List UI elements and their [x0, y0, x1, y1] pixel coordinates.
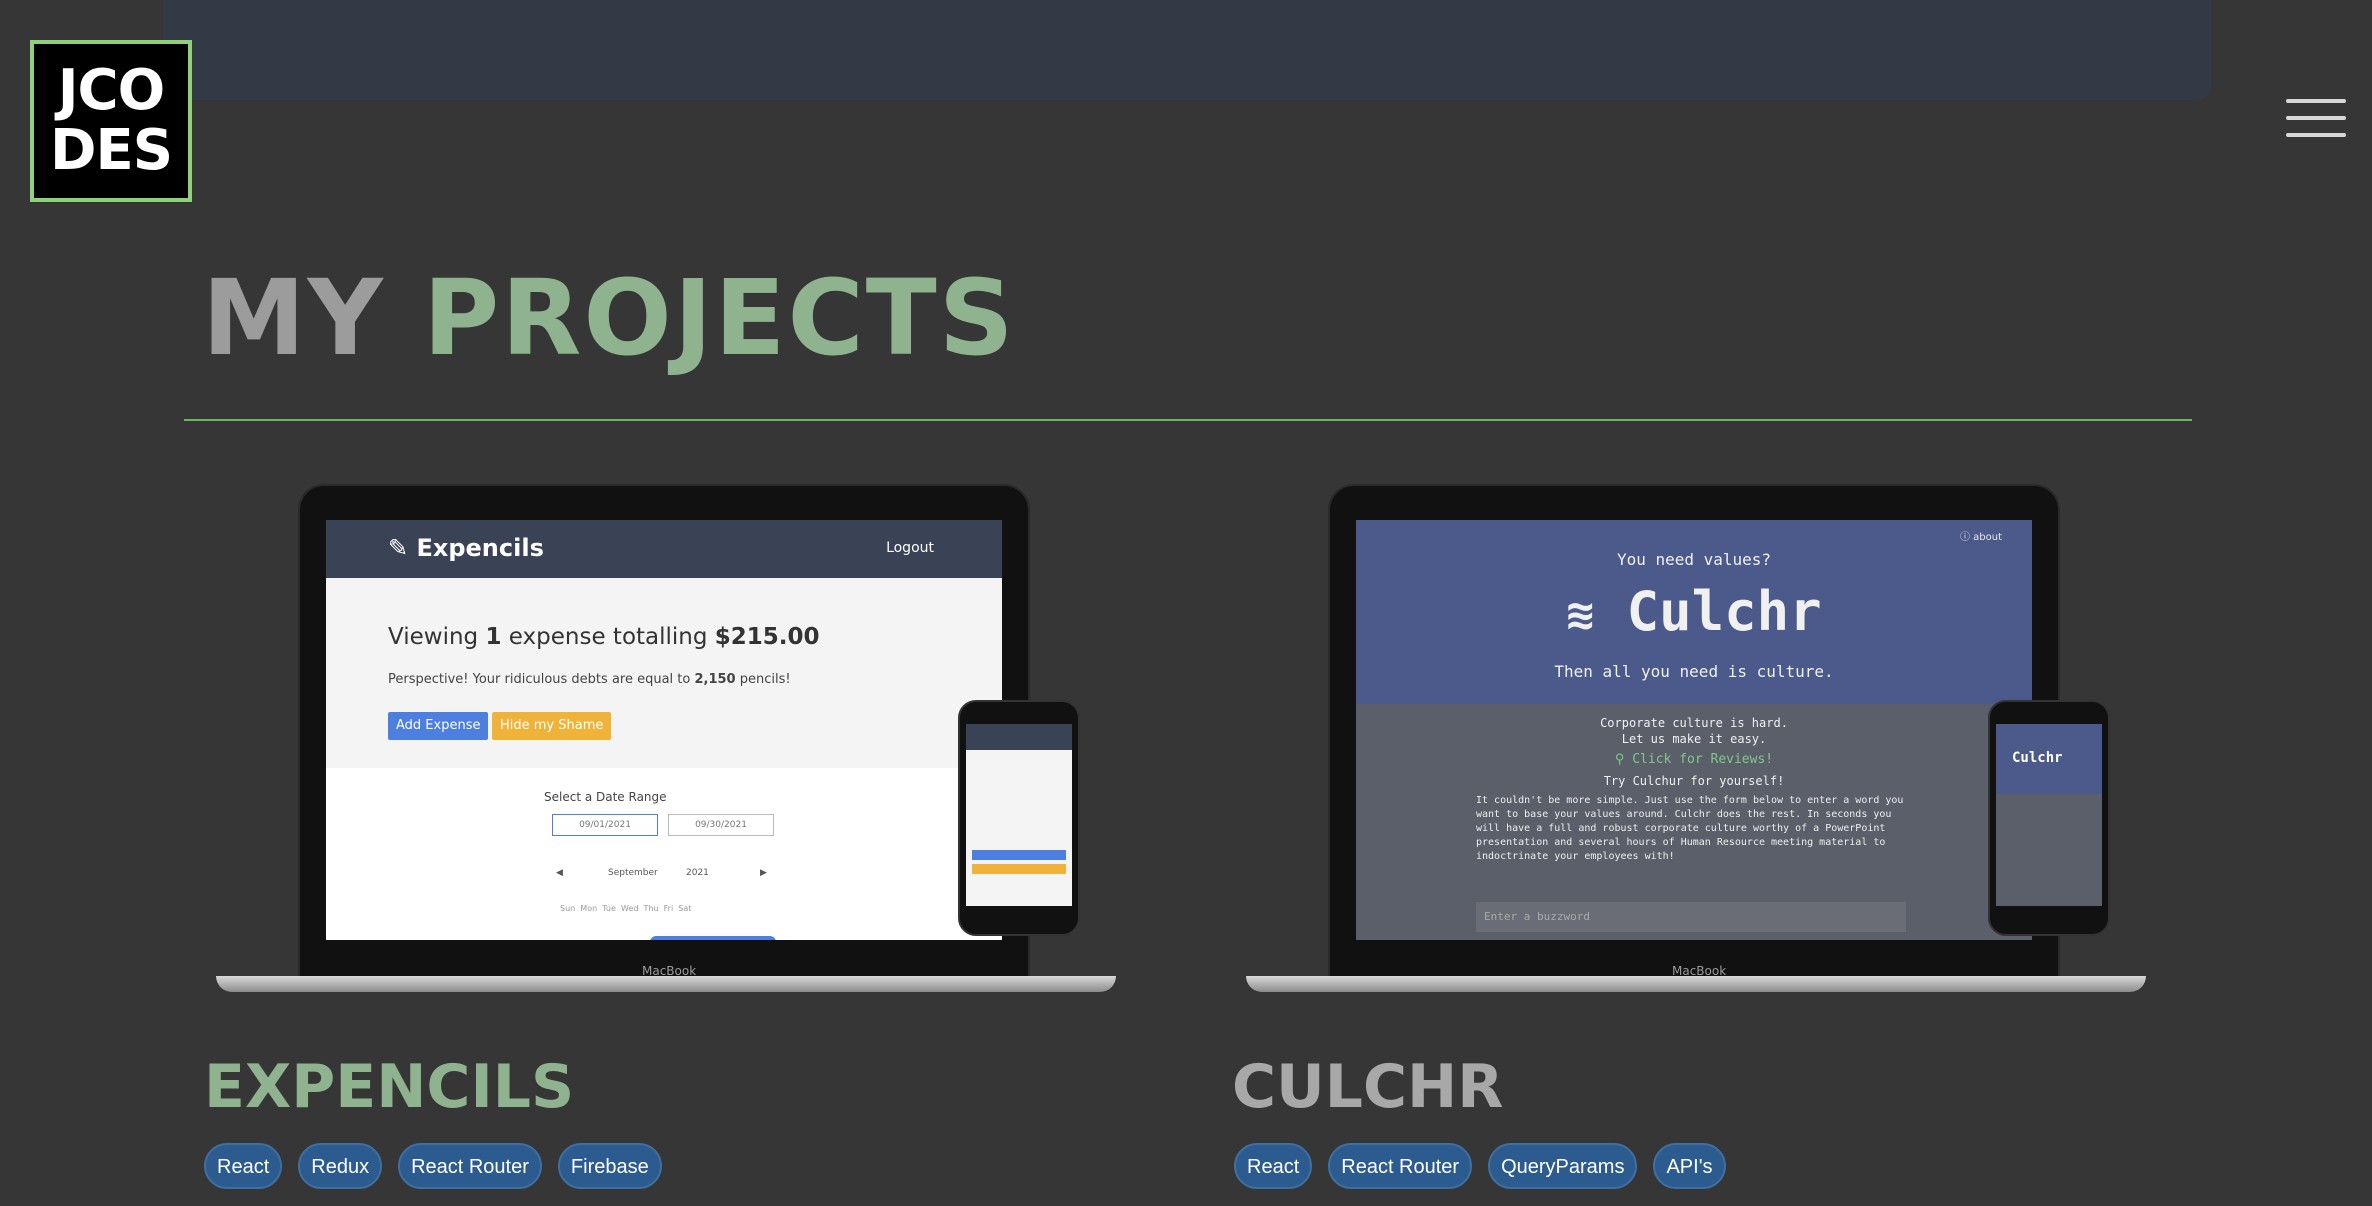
perspective-prefix: Perspective! Your ridiculous debts are e…: [388, 672, 695, 687]
logo-line-2: DES: [49, 118, 173, 183]
phone-add-bar: [972, 850, 1066, 860]
culchr-description: It couldn't be more simple. Just use the…: [1476, 795, 1904, 862]
phone-screen: Culchr: [1996, 724, 2102, 906]
culchr-brand: ≋ Culchr: [1356, 580, 2032, 643]
expencils-hide-button: Hide my Shame: [492, 712, 612, 740]
culchr-tagline-bottom: Then all you need is culture.: [1554, 662, 1834, 681]
expencils-add-expense-button: Add Expense: [388, 712, 489, 740]
phone-header: [966, 724, 1072, 750]
phone-body: [966, 750, 1072, 906]
layers-icon: ≋: [1566, 587, 1595, 641]
phone-frame: Culchr: [1988, 700, 2110, 936]
tag-react[interactable]: React: [204, 1143, 283, 1189]
culchr-try-line: Try Culchur for yourself!: [1603, 774, 1785, 788]
hamburger-menu-icon[interactable]: [2286, 99, 2346, 141]
culchr-content: Corporate culture is hard. Let us make i…: [1356, 704, 2032, 940]
expencils-perspective-text: Perspective! Your ridiculous debts are e…: [388, 672, 791, 687]
tag-apis[interactable]: API's: [1653, 1143, 1726, 1189]
expencils-viewing-text: Viewing 1 expense totalling $215.00: [388, 624, 820, 650]
calendar-month: September: [608, 868, 658, 878]
culchr-brand-text: Culchr: [1626, 580, 1822, 643]
laptop-base: [216, 976, 1116, 992]
perspective-suffix: pencils!: [735, 672, 791, 687]
start-date-field: 09/01/2021: [552, 814, 658, 836]
page-title-part-2: PROJECTS: [423, 257, 1016, 379]
viewing-count: 1: [485, 624, 502, 650]
viewing-total: $215.00: [714, 624, 820, 650]
viewing-prefix: Viewing: [388, 624, 486, 650]
date-range-label: Select a Date Range: [544, 790, 667, 804]
phone-body: [1996, 794, 2102, 906]
calendar-weekdays: Sun Mon Tue Wed Thu Fri Sat: [560, 904, 692, 913]
culchr-intro-line-1: Corporate culture is hard.: [1600, 716, 1788, 730]
culchr-tag-list: React React Router QueryParams API's: [1234, 1143, 1726, 1189]
viewing-mid: expense totalling: [501, 624, 715, 650]
site-logo[interactable]: JCO DES: [30, 40, 192, 202]
phone-screen: [966, 724, 1072, 906]
end-date-field: 09/30/2021: [668, 814, 774, 836]
laptop-label: MacBook: [642, 964, 697, 978]
project-title-culchr-text: CULCHR: [1232, 1052, 1504, 1122]
expencils-brand: ✎ Expencils: [388, 534, 544, 562]
project-title-culchr: CULCHR: [1232, 1054, 1503, 1120]
culchr-tagline-top: You need values?: [1616, 550, 1772, 569]
culchr-mockup-image[interactable]: ⓘ about You need values? ≋ Culchr Then a…: [1240, 482, 2146, 1002]
expencils-date-section: Select a Date Range 09/01/2021 09/30/202…: [326, 768, 1002, 940]
culchr-reviews-text: Click for Reviews!: [1632, 752, 1774, 767]
culchr-reviews-link: ⚲ Click for Reviews!: [1614, 752, 1774, 767]
menu-bar: [2286, 116, 2346, 120]
culchr-about-text: about: [1973, 532, 2002, 543]
tag-queryparams[interactable]: QueryParams: [1488, 1143, 1638, 1189]
tag-redux[interactable]: Redux: [298, 1143, 383, 1189]
phone-brand: Culchr: [2012, 750, 2063, 766]
perspective-count: 2,150: [694, 672, 736, 687]
phone-hide-bar: [972, 864, 1066, 874]
tag-firebase[interactable]: Firebase: [557, 1143, 662, 1189]
page-title: MY PROJECTS: [202, 258, 1016, 378]
tag-react[interactable]: React: [1234, 1143, 1313, 1189]
phone-frame: [958, 700, 1080, 936]
project-title-expencils: EXPENCILS: [204, 1052, 575, 1122]
tag-react-router[interactable]: React Router: [1328, 1143, 1473, 1189]
calendar-prev-icon: ◀: [556, 868, 563, 878]
culchr-buzzword-input: Enter a buzzword: [1476, 902, 1906, 932]
culchr-intro-line-2: Let us make it easy.: [1621, 732, 1767, 746]
expencils-tag-list: React Redux React Router Firebase: [204, 1143, 662, 1189]
menu-bar: [2286, 133, 2346, 137]
page-title-part-1: MY: [202, 257, 424, 379]
title-divider: [184, 419, 2192, 421]
culchr-about-link: ⓘ about: [1959, 532, 2002, 543]
expencils-app-header: ✎ Expencils Logout: [326, 520, 1002, 578]
top-banner: [163, 0, 2211, 100]
logo-line-1: JCO: [57, 58, 166, 123]
expencils-logout: Logout: [886, 540, 934, 556]
expencils-summary: Viewing 1 expense totalling $215.00 Pers…: [326, 578, 1002, 768]
expencils-mockup-image[interactable]: ✎ Expencils Logout Viewing 1 expense tot…: [210, 482, 1116, 1002]
expencils-screen: ✎ Expencils Logout Viewing 1 expense tot…: [326, 520, 1002, 940]
tag-react-router[interactable]: React Router: [398, 1143, 542, 1189]
calendar-next-icon: ▶: [760, 868, 767, 878]
calendar-button-edge: [650, 936, 776, 940]
expencils-brand-text: Expencils: [416, 534, 544, 562]
laptop-label: MacBook: [1672, 964, 1727, 978]
menu-bar: [2286, 99, 2346, 103]
culchr-hero: ⓘ about You need values? ≋ Culchr Then a…: [1356, 520, 2032, 704]
calendar-year: 2021: [686, 868, 709, 878]
laptop-base: [1246, 976, 2146, 992]
culchr-screen: ⓘ about You need values? ≋ Culchr Then a…: [1356, 520, 2032, 940]
